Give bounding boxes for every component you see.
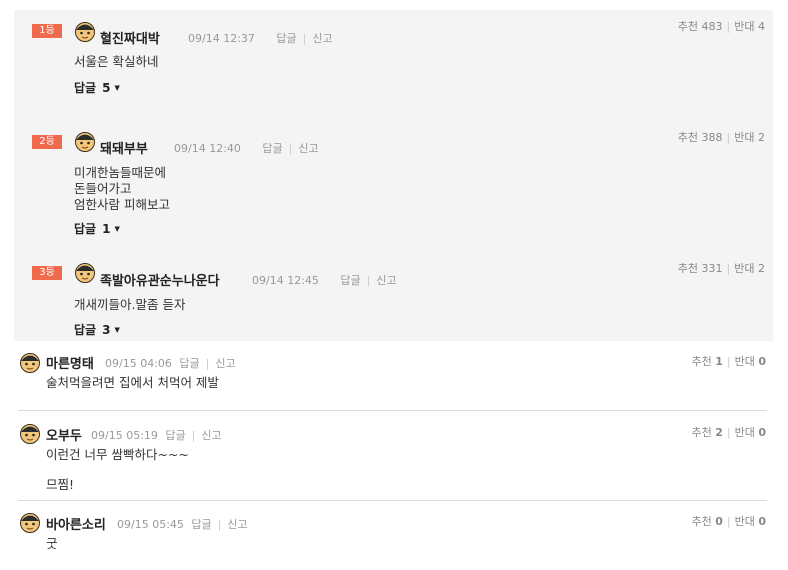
comment-body: 이런건 너무 쌈빡하다~~~ 므찜! [46,447,189,492]
comment-body: 굿 [46,536,58,551]
report-link[interactable]: 신고 [376,274,396,287]
downvote-button[interactable]: 반대 0 [735,515,766,528]
avatar-smiley-face-icon[interactable] [19,511,41,533]
comment-body: 미개한놈들때문에 돈들어가고 엄한사람 피해보고 [74,165,170,212]
reply-link[interactable]: 답글 [165,429,185,442]
upvote-button[interactable]: 추천 483 [678,20,723,33]
downvote-button[interactable]: 반대 2 [734,262,765,275]
comment-author[interactable]: 혈진짜대박 [100,28,160,47]
upvote-button[interactable]: 추천 2 [691,426,722,439]
report-link[interactable]: 신고 [227,518,247,531]
comment-meta: 09/15 05:19 답글 | 신고 [91,429,222,442]
avatar-smiley-face-icon[interactable] [74,130,96,152]
divider [18,410,767,411]
rank-badge: 2등 [32,135,62,149]
reply-toggle[interactable]: 답글 1 ▼ [74,220,120,237]
comment-date: 09/14 12:37 [188,32,255,45]
comment-meta: 09/14 12:45 답글 | 신고 [252,274,397,287]
vote-counts: 추천 1 | 반대 0 [691,355,766,368]
comment-date: 09/15 05:45 [117,518,184,531]
comment-date: 09/14 12:45 [252,274,319,287]
comment-body: 개새끼들아.말좀 듣자 [74,297,186,312]
upvote-button[interactable]: 추천 331 [678,262,723,275]
reply-link[interactable]: 답글 [276,32,296,45]
reply-link[interactable]: 답글 [262,142,282,155]
upvote-button[interactable]: 추천 1 [691,355,722,368]
avatar-smiley-face-icon[interactable] [19,422,41,444]
downvote-button[interactable]: 반대 2 [734,131,765,144]
reply-toggle[interactable]: 답글 3 ▼ [74,321,120,338]
comment-meta: 09/14 12:37 답글 | 신고 [188,32,333,45]
comment-author[interactable]: 족발아유관순누나운다 [100,270,220,289]
avatar-smiley-face-icon[interactable] [19,351,41,373]
vote-counts: 추천 331 | 반대 2 [677,262,765,275]
comment-date: 09/14 12:40 [174,142,241,155]
reply-link[interactable]: 답글 [340,274,360,287]
vote-counts: 추천 0 | 반대 0 [691,515,766,528]
report-link[interactable]: 신고 [298,142,318,155]
comment-meta: 09/15 04:06 답글 | 신고 [105,357,236,370]
comment-body: 술처먹을려면 집에서 처먹어 제발 [46,375,219,390]
comment-meta: 09/15 05:45 답글 | 신고 [117,518,248,531]
comment-body: 서울은 확실하네 [74,54,159,69]
reply-toggle[interactable]: 답글 5 ▼ [74,79,120,96]
avatar-smiley-face-icon[interactable] [74,20,96,42]
downvote-button[interactable]: 반대 4 [734,20,765,33]
comment-date: 09/15 05:19 [91,429,158,442]
comment-author[interactable]: 마른명태 [46,353,94,372]
report-link[interactable]: 신고 [201,429,221,442]
best-comments-panel: 1등 혈진짜대박 09/14 12:37 답글 | 신고 추천 483 | 반대 4 서… [14,10,773,341]
caret-down-icon: ▼ [114,84,120,92]
comment-author[interactable]: 바아른소리 [46,514,106,533]
reply-link[interactable]: 답글 [179,357,199,370]
comment-meta: 09/14 12:40 답글 | 신고 [174,142,319,155]
comment-date: 09/15 04:06 [105,357,172,370]
vote-counts: 추천 2 | 반대 0 [691,426,766,439]
vote-counts: 추천 388 | 반대 2 [677,131,765,144]
caret-down-icon: ▼ [114,326,120,334]
upvote-button[interactable]: 추천 388 [678,131,723,144]
upvote-button[interactable]: 추천 0 [691,515,722,528]
caret-down-icon: ▼ [114,225,120,233]
comment-author[interactable]: 오부두 [46,425,82,444]
reply-link[interactable]: 답글 [191,518,211,531]
divider [18,500,767,501]
report-link[interactable]: 신고 [312,32,332,45]
rank-badge: 3등 [32,266,62,280]
comment-author[interactable]: 돼돼부부 [100,138,148,157]
vote-counts: 추천 483 | 반대 4 [677,20,765,33]
downvote-button[interactable]: 반대 0 [735,426,766,439]
rank-badge: 1등 [32,24,62,38]
report-link[interactable]: 신고 [215,357,235,370]
downvote-button[interactable]: 반대 0 [735,355,766,368]
avatar-smiley-face-icon[interactable] [74,261,96,283]
